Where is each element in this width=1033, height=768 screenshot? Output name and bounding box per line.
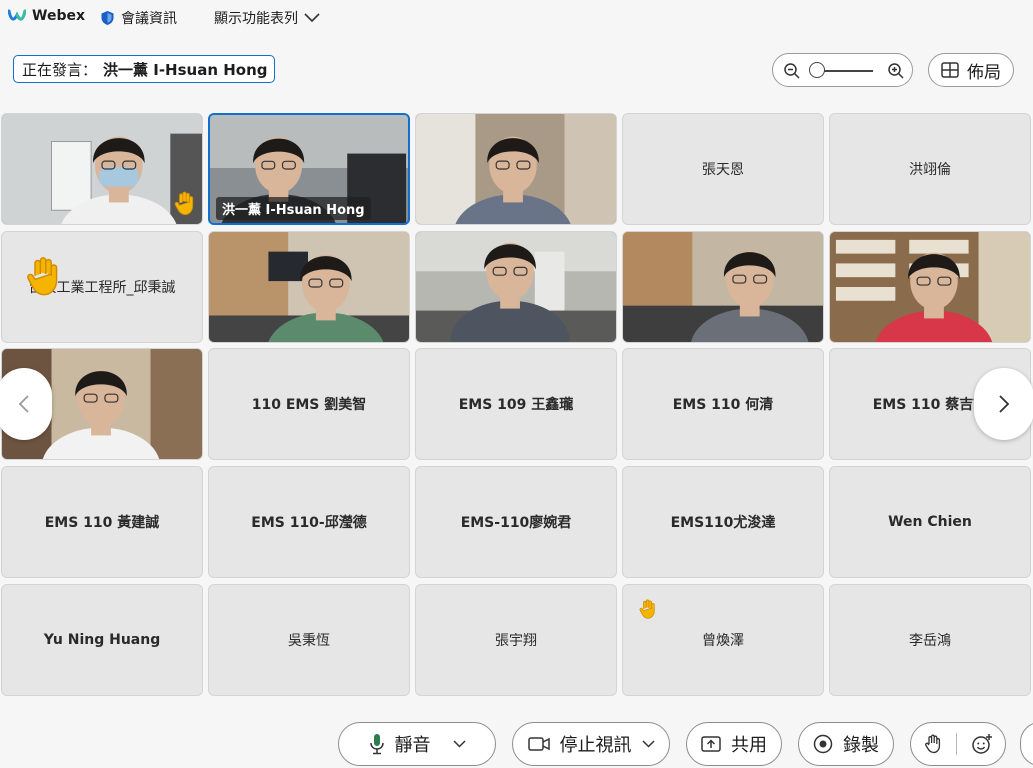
participant-tile[interactable]: Wen Chien (829, 466, 1031, 578)
zoom-slider-thumb[interactable] (809, 62, 825, 78)
participant-tile[interactable]: EMS-110廖婉君 (415, 466, 617, 578)
zoom-out-icon[interactable] (783, 62, 801, 80)
participant-name: 洪翊倫 (909, 162, 951, 178)
speaker-prefix: 正在發言： (22, 60, 98, 79)
participant-video-feed (2, 114, 202, 224)
share-icon (701, 736, 721, 752)
webex-brand: Webex (8, 8, 85, 24)
participant-name: Yu Ning Huang (43, 632, 161, 648)
video-camera-icon (527, 737, 550, 751)
record-label: 錄製 (843, 735, 879, 756)
reactions-group (910, 722, 1006, 766)
participant-tile[interactable]: EMS 110-邱瀅德 (208, 466, 410, 578)
participant-video-tile[interactable] (1, 113, 203, 225)
raise-hand-icon[interactable] (924, 734, 942, 754)
active-speaker-indicator: 正在發言： 洪一薰 I-Hsuan Hong (13, 55, 275, 83)
participant-name: EMS-110廖婉君 (460, 515, 572, 531)
meeting-info-button[interactable]: 會議資訊 (100, 8, 177, 28)
divider (955, 733, 957, 755)
chevron-down-icon[interactable] (452, 740, 466, 748)
participant-video-feed (830, 232, 1030, 342)
participant-name-overlay: 洪一薰 I-Hsuan Hong (216, 197, 371, 220)
meeting-info-label: 會議資訊 (121, 11, 177, 27)
participant-name: EMS 110-邱瀅德 (251, 515, 367, 531)
participant-name: EMS 109 王鑫瓏 (458, 397, 574, 413)
microphone-icon (369, 734, 384, 755)
participant-tile[interactable]: 台大工業工程所_邱秉誠 (1, 231, 203, 343)
mute-button[interactable]: 靜音 (338, 722, 496, 766)
chevron-left-icon (18, 395, 29, 413)
speaker-name: 洪一薰 I-Hsuan Hong (103, 60, 268, 79)
top-bar: Webex 會議資訊 顯示功能表列 (0, 0, 1033, 36)
record-button[interactable]: 錄製 (798, 722, 894, 766)
participant-video-feed (209, 232, 409, 342)
record-icon (813, 734, 833, 754)
stop-video-label: 停止視訊 (559, 735, 632, 756)
participant-video-tile[interactable] (208, 231, 410, 343)
participant-video-tile[interactable] (829, 231, 1031, 343)
participant-name: Wen Chien (888, 514, 972, 530)
participant-tile[interactable]: 曾煥澤 (622, 584, 824, 696)
participant-name: 曾煥澤 (702, 633, 744, 649)
webex-logo-icon (8, 9, 26, 21)
raised-hand-icon (174, 191, 196, 220)
participant-name: 張天恩 (702, 162, 744, 178)
participant-name: EMS110尤浚達 (670, 515, 776, 531)
participant-tile[interactable]: Yu Ning Huang (1, 584, 203, 696)
layout-label: 佈局 (967, 62, 1001, 83)
view-menu-label: 顯示功能表列 (214, 11, 298, 27)
previous-page-button[interactable] (0, 368, 52, 440)
chevron-right-icon (999, 395, 1010, 413)
participant-name: 吳秉恆 (288, 633, 330, 649)
view-menu-button[interactable]: 顯示功能表列 (214, 8, 320, 28)
raised-hand-icon (26, 256, 62, 301)
participant-video-tile[interactable]: 洪一薰 I-Hsuan Hong (208, 113, 410, 225)
participant-name: EMS 110 何清 (672, 397, 774, 413)
participant-name: EMS 110 蔡吉記 (872, 397, 988, 413)
participant-name: 110 EMS 劉美智 (251, 397, 367, 413)
participant-tile[interactable]: 張天恩 (622, 113, 824, 225)
zoom-in-icon[interactable] (887, 62, 905, 80)
participant-tile[interactable]: 張宇翔 (415, 584, 617, 696)
participant-video-tile[interactable] (415, 113, 617, 225)
raised-hand-icon (639, 599, 657, 624)
participant-name: 李岳鴻 (909, 633, 951, 649)
participant-tile[interactable]: EMS 110 何清 (622, 348, 824, 460)
participant-name: EMS 110 黃建誠 (44, 515, 160, 531)
more-options-button[interactable] (1020, 722, 1033, 766)
layout-button[interactable]: 佈局 (928, 53, 1014, 87)
share-button[interactable]: 共用 (686, 722, 782, 766)
next-page-button[interactable] (974, 368, 1033, 440)
participant-tile[interactable]: 110 EMS 劉美智 (208, 348, 410, 460)
participant-tile[interactable]: EMS110尤浚達 (622, 466, 824, 578)
app-name: Webex (32, 8, 85, 24)
participant-video-tile[interactable] (415, 231, 617, 343)
participant-tile[interactable]: 李岳鴻 (829, 584, 1031, 696)
shield-icon (101, 11, 114, 25)
participant-video-feed (416, 232, 616, 342)
participant-tile[interactable]: EMS 110 黃建誠 (1, 466, 203, 578)
chevron-down-icon[interactable] (641, 740, 655, 748)
chevron-down-icon (304, 13, 320, 23)
participant-tile[interactable]: 吳秉恆 (208, 584, 410, 696)
stop-video-button[interactable]: 停止視訊 (512, 722, 670, 766)
grid-layout-icon (941, 62, 959, 78)
participant-video-feed (623, 232, 823, 342)
participant-video-feed (416, 114, 616, 224)
participant-tile[interactable]: 洪翊倫 (829, 113, 1031, 225)
mute-label: 靜音 (394, 735, 431, 756)
zoom-control (772, 53, 913, 87)
participant-tile[interactable]: EMS 109 王鑫瓏 (415, 348, 617, 460)
share-label: 共用 (731, 735, 767, 756)
emoji-reaction-icon[interactable] (971, 733, 993, 755)
participant-name: 張宇翔 (495, 633, 537, 649)
participant-video-tile[interactable] (622, 231, 824, 343)
